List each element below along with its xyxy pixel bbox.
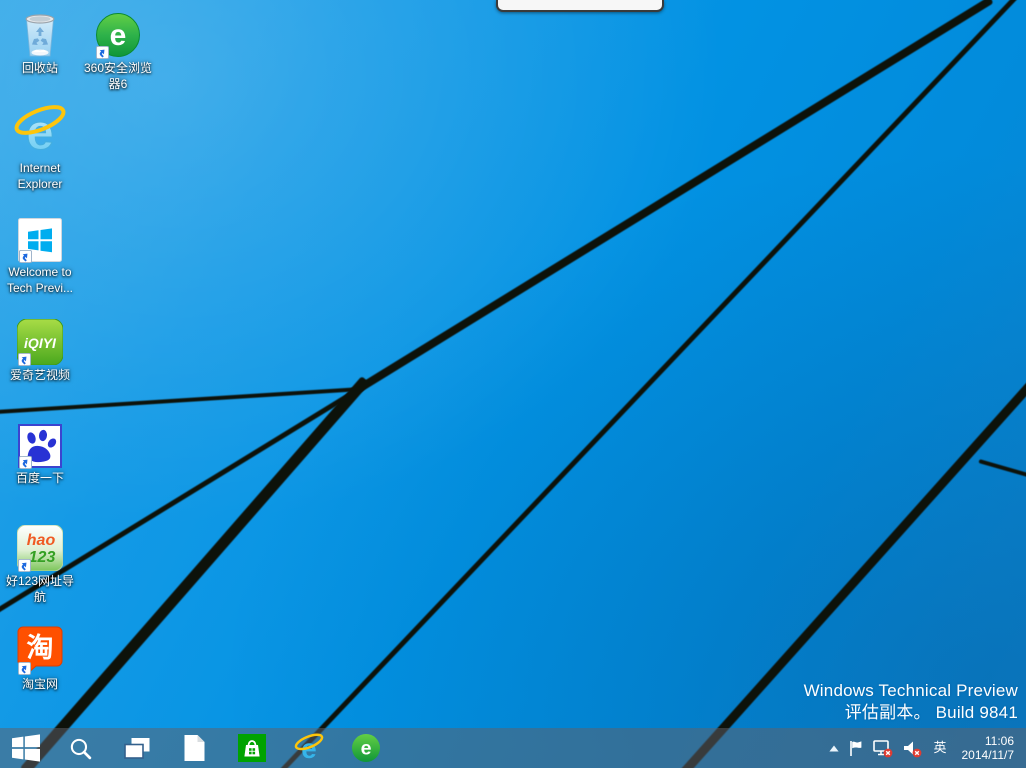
flag-icon xyxy=(848,740,864,757)
desktop-icon-internet-explorer[interactable]: e Internet Explorer xyxy=(2,106,78,192)
desktop-icon-label: 百度一下 xyxy=(16,471,64,487)
hao-wordmark: hao xyxy=(27,532,56,549)
tray-clock[interactable]: 11:06 2014/11/7 xyxy=(958,734,1015,762)
desktop-icon-label: Welcome to Tech Previ... xyxy=(2,265,78,296)
clock-date: 2014/11/7 xyxy=(962,748,1015,762)
shortcut-arrow-icon xyxy=(96,46,109,59)
taskbar-store-button[interactable] xyxy=(223,728,280,768)
desktop-icon-hao123[interactable]: hao 123 好123网址导航 xyxy=(2,519,78,605)
volume-button[interactable] xyxy=(902,728,922,768)
360-browser-icon: e xyxy=(351,733,381,763)
shortcut-arrow-icon xyxy=(18,353,31,366)
shortcut-arrow-icon xyxy=(19,250,32,263)
volume-muted-icon xyxy=(902,739,922,758)
ime-indicator[interactable]: 英 xyxy=(931,728,948,768)
desktop-icon-label: 360安全浏览器6 xyxy=(80,61,156,92)
network-disconnected-icon xyxy=(873,739,893,758)
wallpaper-beam xyxy=(355,0,994,393)
taobao-icon: 淘 xyxy=(17,622,63,674)
network-status-button[interactable] xyxy=(873,728,893,768)
taskbar: e e xyxy=(0,728,1026,768)
clock-time: 11:06 xyxy=(962,734,1015,748)
wallpaper-beam xyxy=(0,387,363,414)
desktop-icon-welcome-to-tech-preview[interactable]: Welcome to Tech Previ... xyxy=(2,210,78,296)
desktop-icon-baidu-search[interactable]: 百度一下 xyxy=(2,416,78,487)
desktop-icon-iqiyi-video[interactable]: iQIYI 爱奇艺视频 xyxy=(2,313,78,384)
desktop: Windows Technical Preview 评估副本。 Build 98… xyxy=(0,0,1026,768)
desktop-icon-label: Internet Explorer xyxy=(2,161,78,192)
taobao-char-glyph: 淘 xyxy=(27,633,54,663)
search-icon xyxy=(68,736,93,761)
chevron-up-icon xyxy=(829,745,839,752)
taskbar-search-button[interactable] xyxy=(52,728,109,768)
taskbar-task-view-button[interactable] xyxy=(109,728,166,768)
desktop-icon-360-secure-browser[interactable]: e 360安全浏览器6 xyxy=(80,6,156,92)
task-view-icon xyxy=(124,737,151,760)
system-tray: 英 11:06 2014/11/7 xyxy=(829,728,1026,768)
wallpaper-beam xyxy=(978,459,1026,477)
desktop-icon-recycle-bin[interactable]: 回收站 xyxy=(2,6,78,77)
ie-icon: e xyxy=(294,733,324,763)
action-center-button[interactable] xyxy=(848,728,864,768)
windows-logo-icon xyxy=(12,734,40,762)
peek-window[interactable] xyxy=(496,0,664,12)
desktop-icon-taobao[interactable]: 淘 淘宝网 xyxy=(2,622,78,693)
document-icon xyxy=(183,734,206,762)
watermark-line2: 评估副本。 Build 9841 xyxy=(804,702,1018,724)
wallpaper-beam xyxy=(279,0,1026,768)
123-wordmark: 123 xyxy=(29,549,56,566)
watermark-line1: Windows Technical Preview xyxy=(804,680,1018,702)
svg-text:e: e xyxy=(360,738,371,760)
welcome-tile-icon xyxy=(18,210,62,262)
tray-expand-button[interactable] xyxy=(829,728,839,768)
shortcut-arrow-icon xyxy=(18,662,31,675)
iqiyi-icon: iQIYI xyxy=(17,313,63,365)
taskbar-document-button[interactable] xyxy=(166,728,223,768)
desktop-icon-label: 回收站 xyxy=(22,61,58,77)
shortcut-arrow-icon xyxy=(19,456,32,469)
shortcut-arrow-icon xyxy=(18,559,31,572)
watermark: Windows Technical Preview 评估副本。 Build 98… xyxy=(804,680,1018,724)
internet-explorer-icon: e xyxy=(13,106,67,158)
baidu-paw-icon xyxy=(18,416,62,468)
recycle-bin-icon xyxy=(20,6,60,58)
desktop-icon-label: 爱奇艺视频 xyxy=(10,368,70,384)
hao123-icon: hao 123 xyxy=(17,519,63,571)
desktop-icon-label: 好123网址导航 xyxy=(2,574,78,605)
360-browser-icon: e xyxy=(95,6,141,58)
wallpaper xyxy=(0,0,1026,768)
iqiyi-wordmark: iQIYI xyxy=(24,335,57,351)
taskbar-internet-explorer-button[interactable]: e xyxy=(280,728,337,768)
taskbar-360-browser-button[interactable]: e xyxy=(337,728,394,768)
start-button[interactable] xyxy=(0,728,52,768)
360-e-glyph: e xyxy=(110,19,127,52)
desktop-icon-label: 淘宝网 xyxy=(22,677,58,693)
store-icon xyxy=(238,734,266,762)
